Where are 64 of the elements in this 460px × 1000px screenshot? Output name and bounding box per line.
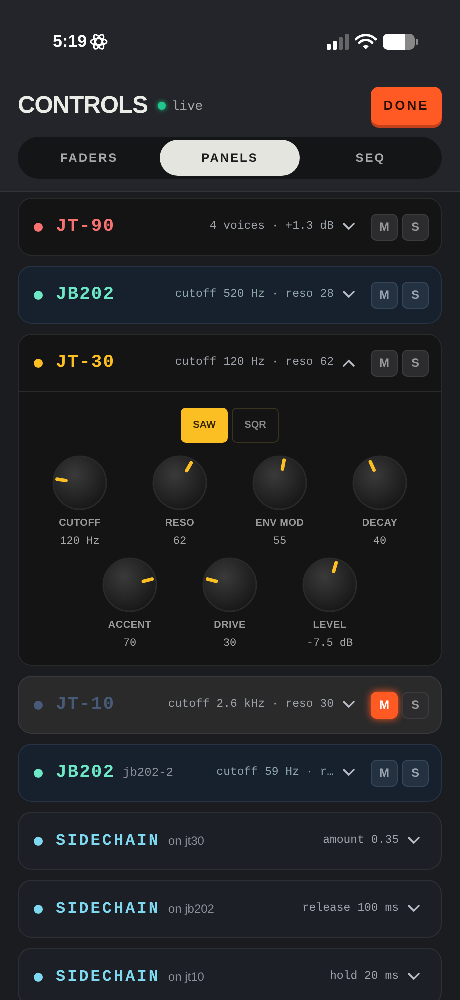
track-summary: cutoff 59 Hz · r… — [216, 765, 334, 782]
chevron-up-icon[interactable] — [343, 359, 355, 367]
waveform-toggle[interactable]: SQR — [232, 408, 279, 443]
mute-button[interactable]: M — [371, 760, 398, 786]
page-title: CONTROLS — [18, 90, 148, 120]
solo-button[interactable]: S — [402, 760, 429, 786]
mute-button[interactable]: M — [371, 214, 398, 240]
solo-button[interactable]: S — [402, 350, 429, 376]
live-label: live — [172, 98, 204, 116]
track-subtitle: on jt30 — [168, 833, 204, 850]
chevron-down-icon[interactable] — [343, 701, 355, 709]
knob-value: 40 — [373, 535, 387, 549]
mute-button[interactable]: M — [371, 350, 398, 376]
knob-label: DECAY — [362, 517, 398, 531]
track-subtitle: on jb202 — [168, 901, 214, 918]
tab[interactable]: PANELS — [160, 140, 300, 176]
track-name: JT-10 — [56, 694, 116, 716]
knob-label: ACCENT — [108, 619, 152, 633]
knob-value: 62 — [173, 535, 187, 549]
knob-value: 70 — [123, 637, 137, 651]
knob-value: 120 Hz — [60, 535, 100, 549]
track-name: JB202 — [56, 284, 116, 306]
knob-label: CUTOFF — [59, 517, 101, 531]
track-summary: release 100 ms — [302, 901, 399, 918]
chevron-down-icon[interactable] — [343, 291, 355, 299]
track-summary: cutoff 2.6 kHz · reso 30 — [168, 697, 334, 714]
track-subtitle: jb202-2 — [123, 765, 174, 782]
knob-value: 30 — [223, 637, 237, 651]
tab[interactable]: FADERS — [19, 140, 160, 176]
solo-button[interactable]: S — [402, 692, 429, 718]
chevron-down-icon[interactable] — [408, 973, 420, 981]
knob-label: ENV MOD — [256, 517, 304, 531]
done-button[interactable]: DONE — [371, 86, 442, 124]
track-summary: cutoff 120 Hz · reso 62 — [175, 355, 334, 372]
status-time: 5:19 — [53, 31, 88, 54]
track-subtitle: on jt10 — [168, 969, 204, 986]
chevron-down-icon[interactable] — [408, 837, 420, 845]
chevron-down-icon[interactable] — [408, 905, 420, 913]
knob-value: -7.5 dB — [306, 637, 354, 651]
track-summary: cutoff 520 Hz · reso 28 — [175, 287, 334, 304]
battery-icon — [383, 34, 419, 50]
chevron-down-icon[interactable] — [343, 223, 355, 231]
knob-value: 55 — [273, 535, 287, 549]
track-name: SIDECHAIN — [56, 831, 160, 852]
signal-icon — [327, 34, 349, 50]
knob-label: DRIVE — [214, 619, 246, 633]
solo-button[interactable]: S — [402, 214, 429, 240]
solo-button[interactable]: S — [402, 282, 429, 308]
track-summary: 4 voices · +1.3 dB — [210, 219, 334, 236]
track-name: JT-90 — [56, 216, 116, 238]
chevron-down-icon[interactable] — [343, 769, 355, 777]
track-summary: hold 20 ms — [330, 969, 399, 986]
track-name: SIDECHAIN — [56, 899, 160, 920]
mute-button[interactable]: M — [371, 692, 398, 718]
mute-button[interactable]: M — [371, 282, 398, 308]
track-summary: amount 0.35 — [323, 833, 399, 850]
knob-label: LEVEL — [313, 619, 347, 633]
waveform-toggle[interactable]: SAW — [181, 408, 228, 443]
track-name: SIDECHAIN — [56, 967, 160, 988]
wifi-icon — [355, 34, 377, 50]
track-name: JT-30 — [56, 352, 116, 374]
tab[interactable]: SEQ — [300, 140, 442, 176]
track-name: JB202 — [56, 762, 116, 784]
knob-label: RESO — [165, 517, 195, 531]
